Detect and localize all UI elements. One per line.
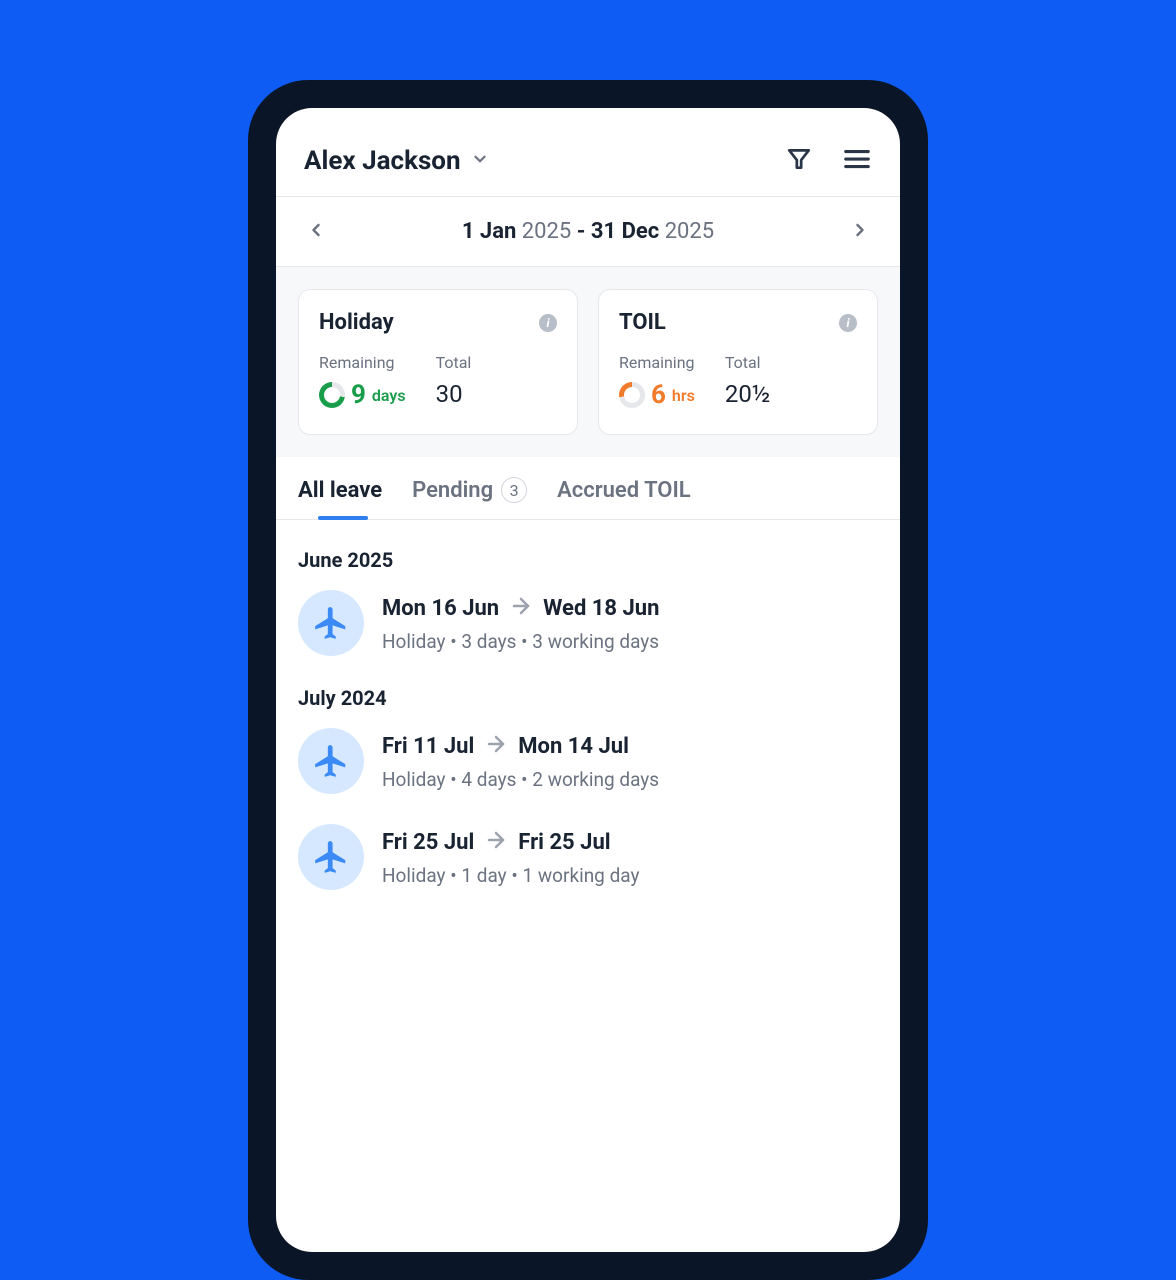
leave-details: Fri 11 Jul Mon 14 Jul Holiday • 4 days •… xyxy=(382,728,659,794)
menu-icon xyxy=(842,144,872,178)
start-day: 1 Jan xyxy=(462,219,516,244)
holiday-card[interactable]: Holiday i Remaining 9 days Total 3 xyxy=(298,289,578,435)
remaining-number: 9 xyxy=(351,380,366,410)
date-from: Fri 25 Jul xyxy=(382,830,474,855)
leave-meta: Holiday • 1 day • 1 working day xyxy=(382,864,639,887)
header: Alex Jackson xyxy=(276,108,900,196)
card-header: TOIL i xyxy=(619,310,857,335)
toil-card[interactable]: TOIL i Remaining 6 hrs Total 20½ xyxy=(598,289,878,435)
tab-label: Pending xyxy=(412,478,493,503)
next-period-button[interactable] xyxy=(848,220,872,244)
total-number: 20½ xyxy=(725,380,771,408)
leave-item[interactable]: Fri 25 Jul Fri 25 Jul Holiday • 1 day • … xyxy=(298,824,878,890)
end-day: 31 Dec xyxy=(591,219,659,244)
leave-list: June 2025 Mon 16 Jun Wed 18 Jun xyxy=(276,520,900,948)
tab-accrued-toil[interactable]: Accrued TOIL xyxy=(557,477,691,519)
plane-icon xyxy=(298,728,364,794)
stat-label: Total xyxy=(436,353,472,372)
tab-all-leave[interactable]: All leave xyxy=(298,477,382,519)
app-screen: Alex Jackson xyxy=(276,108,900,1252)
leave-details: Fri 25 Jul Fri 25 Jul Holiday • 1 day • … xyxy=(382,824,639,890)
leave-meta: Holiday • 4 days • 2 working days xyxy=(382,768,659,791)
date-navigator: 1 Jan 2025 - 31 Dec 2025 xyxy=(276,196,900,267)
card-body: Remaining 9 days Total 30 xyxy=(319,353,557,410)
plane-icon xyxy=(298,590,364,656)
remaining-unit: days xyxy=(372,386,406,405)
date-to: Mon 14 Jul xyxy=(518,734,629,759)
user-selector[interactable]: Alex Jackson xyxy=(304,146,489,176)
total-stat: Total 30 xyxy=(436,353,472,410)
tabs: All leave Pending 3 Accrued TOIL xyxy=(276,457,900,520)
stat-label: Remaining xyxy=(319,353,406,372)
month-section: June 2025 Mon 16 Jun Wed 18 Jun xyxy=(298,548,878,656)
chevron-left-icon xyxy=(306,220,326,244)
start-year: 2025 xyxy=(522,219,571,244)
tab-pending[interactable]: Pending 3 xyxy=(412,477,527,519)
info-icon[interactable]: i xyxy=(539,314,557,332)
remaining-unit: hrs xyxy=(672,386,695,405)
user-name: Alex Jackson xyxy=(304,146,461,176)
leave-details: Mon 16 Jun Wed 18 Jun Holiday • 3 days •… xyxy=(382,590,659,656)
filter-button[interactable] xyxy=(784,146,814,176)
total-stat: Total 20½ xyxy=(725,353,771,410)
leave-dates: Fri 11 Jul Mon 14 Jul xyxy=(382,732,659,762)
remaining-stat: Remaining 9 days xyxy=(319,353,406,410)
stat-value: 6 hrs xyxy=(619,380,695,410)
balance-cards: Holiday i Remaining 9 days Total 3 xyxy=(276,267,900,457)
date-from: Mon 16 Jun xyxy=(382,596,499,621)
card-title: Holiday xyxy=(319,310,394,335)
menu-button[interactable] xyxy=(842,146,872,176)
date-from: Fri 11 Jul xyxy=(382,734,474,759)
stat-label: Total xyxy=(725,353,771,372)
month-header: June 2025 xyxy=(298,548,878,572)
date-range: 1 Jan 2025 - 31 Dec 2025 xyxy=(462,219,714,244)
date-to: Wed 18 Jun xyxy=(543,596,659,621)
stat-label: Remaining xyxy=(619,353,695,372)
tab-label: Accrued TOIL xyxy=(557,478,691,503)
card-body: Remaining 6 hrs Total 20½ xyxy=(619,353,857,410)
date-to: Fri 25 Jul xyxy=(518,830,610,855)
card-header: Holiday i xyxy=(319,310,557,335)
stat-value: 9 days xyxy=(319,380,406,410)
arrow-right-icon xyxy=(484,732,508,762)
filter-icon xyxy=(786,146,812,176)
chevron-down-icon xyxy=(471,150,489,172)
info-icon[interactable]: i xyxy=(839,314,857,332)
leave-item[interactable]: Fri 11 Jul Mon 14 Jul Holiday • 4 days •… xyxy=(298,728,878,794)
month-section: July 2024 Fri 11 Jul Mon 14 Jul xyxy=(298,686,878,890)
prev-period-button[interactable] xyxy=(304,220,328,244)
progress-ring-icon xyxy=(319,382,345,408)
arrow-right-icon xyxy=(509,594,533,624)
arrow-right-icon xyxy=(484,828,508,858)
total-number: 30 xyxy=(436,380,472,408)
leave-dates: Mon 16 Jun Wed 18 Jun xyxy=(382,594,659,624)
tab-label: All leave xyxy=(298,478,382,503)
month-header: July 2024 xyxy=(298,686,878,710)
remaining-number: 6 xyxy=(651,380,666,410)
chevron-right-icon xyxy=(850,220,870,244)
leave-item[interactable]: Mon 16 Jun Wed 18 Jun Holiday • 3 days •… xyxy=(298,590,878,656)
progress-ring-icon xyxy=(619,382,645,408)
header-actions xyxy=(784,146,872,176)
remaining-stat: Remaining 6 hrs xyxy=(619,353,695,410)
card-title: TOIL xyxy=(619,310,666,335)
leave-dates: Fri 25 Jul Fri 25 Jul xyxy=(382,828,639,858)
end-year: 2025 xyxy=(665,219,714,244)
pending-count-badge: 3 xyxy=(501,477,527,503)
phone-frame: Alex Jackson xyxy=(248,80,928,1280)
leave-meta: Holiday • 3 days • 3 working days xyxy=(382,630,659,653)
plane-icon xyxy=(298,824,364,890)
